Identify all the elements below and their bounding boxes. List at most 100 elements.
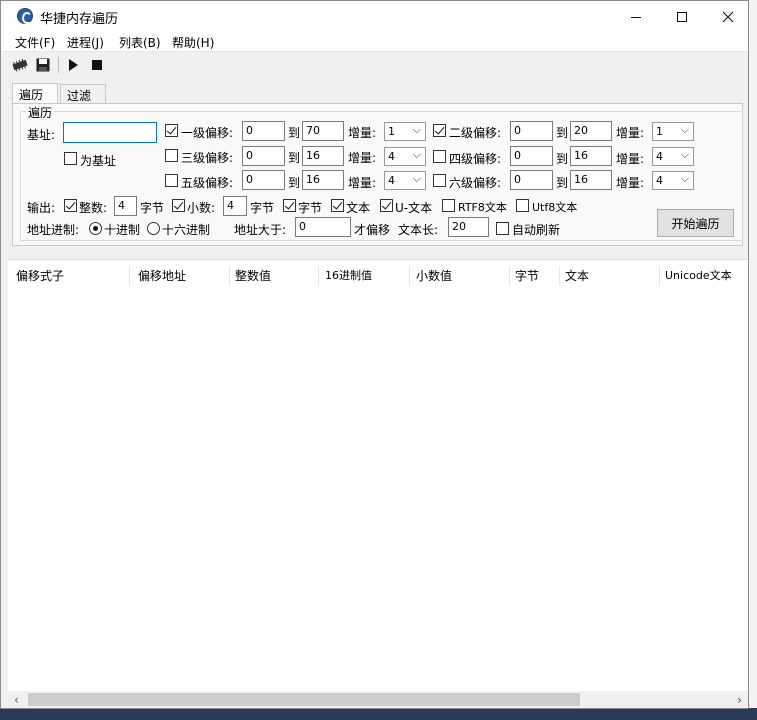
maximize-icon [677, 11, 687, 22]
offset-5-from-input[interactable]: 0 [242, 170, 285, 190]
close-icon [722, 11, 734, 22]
horizontal-scrollbar[interactable]: ‹ › [8, 691, 748, 708]
tab-traverse[interactable]: 遍历 [12, 83, 58, 104]
maximize-button[interactable] [659, 1, 705, 32]
text-length-input[interactable]: 20 [448, 217, 489, 237]
output-utf8-checkbox[interactable] [516, 199, 529, 212]
column-float-value[interactable]: 小数值 [408, 260, 509, 288]
output-float-bytes-unit: 字节 [250, 201, 275, 215]
offset-1-inc-label: 增量: [348, 126, 377, 140]
menu-process[interactable]: 进程(J) [67, 34, 104, 51]
offset-6-inc-select[interactable]: 4 ⌵ [652, 171, 694, 190]
offset-4-to-input[interactable]: 16 [570, 146, 612, 166]
play-button[interactable] [64, 56, 82, 74]
start-traverse-button[interactable]: 开始遍历 [657, 209, 734, 237]
offset-4-from-input[interactable]: 0 [510, 146, 553, 166]
menu-help[interactable]: 帮助(H) [172, 34, 214, 51]
scroll-right-icon[interactable]: › [731, 691, 748, 708]
scrollbar-thumb[interactable] [28, 693, 580, 706]
offset-3-inc-select[interactable]: 4 ⌵ [384, 147, 426, 166]
offset-2-from-input[interactable]: 0 [510, 121, 553, 141]
save-icon [36, 58, 50, 72]
output-utext-checkbox[interactable] [380, 199, 393, 212]
tab-filter[interactable]: 过滤 [60, 84, 106, 103]
results-list[interactable]: 偏移式子 偏移地址 整数值 16进制值 小数值 字节 文本 Unicode文本 [8, 259, 748, 691]
auto-refresh-checkbox[interactable] [496, 222, 509, 235]
offset-2-inc-select[interactable]: 1 ⌵ [652, 122, 694, 141]
chevron-down-icon: ⌵ [412, 172, 421, 185]
output-text-label: 文本 [346, 201, 371, 215]
list-header: 偏移式子 偏移地址 整数值 16进制值 小数值 字节 文本 Unicode文本 [8, 260, 748, 288]
output-text-checkbox[interactable] [331, 199, 344, 212]
column-byte[interactable]: 字节 [507, 260, 558, 288]
column-text[interactable]: 文本 [557, 260, 658, 288]
output-byte-checkbox[interactable] [283, 199, 296, 212]
offset-6-to-input[interactable]: 16 [570, 170, 612, 190]
background-desktop-right [748, 0, 757, 720]
offset-2-to-input[interactable]: 20 [570, 121, 612, 141]
offset-4-label: 四级偏移: [449, 152, 502, 166]
offset-2-inc-label: 增量: [616, 126, 645, 140]
chevron-down-icon: ⌵ [680, 148, 689, 161]
output-float-bytes-input[interactable]: 4 [223, 196, 247, 216]
stop-button[interactable] [88, 56, 106, 74]
output-int-bytes-input[interactable]: 4 [114, 196, 137, 216]
title-bar: 华捷内存遍历 [1, 1, 748, 32]
offset-6-inc-label: 增量: [616, 176, 645, 190]
hex-label: 十六进制 [162, 223, 211, 237]
offset-3-to-input[interactable]: 16 [302, 146, 344, 166]
minimize-button[interactable] [613, 1, 659, 32]
offset-1-inc-select[interactable]: 1 ⌵ [384, 122, 426, 141]
chevron-down-icon: ⌵ [680, 172, 689, 185]
auto-refresh-label: 自动刷新 [512, 223, 561, 237]
offset-1-to-label: 到 [288, 126, 301, 140]
offset-2-checkbox[interactable] [433, 124, 446, 137]
base-address-input[interactable] [63, 122, 157, 143]
column-offset-expr[interactable]: 偏移式子 [8, 260, 129, 288]
column-hex-value[interactable]: 16进制值 [317, 260, 410, 288]
offset-2-to-label: 到 [556, 126, 569, 140]
toolbar [1, 53, 748, 77]
offset-6-checkbox[interactable] [433, 174, 446, 187]
menu-file[interactable]: 文件(F) [15, 34, 55, 51]
chevron-down-icon: ⌵ [412, 123, 421, 136]
offset-5-to-input[interactable]: 16 [302, 170, 344, 190]
offset-1-inc-value: 1 [388, 125, 395, 138]
offset-1-from-input[interactable]: 0 [242, 121, 285, 141]
offset-6-to-label: 到 [556, 176, 569, 190]
menu-list[interactable]: 列表(B) [119, 34, 161, 51]
offset-1-checkbox[interactable] [165, 124, 178, 137]
hex-radio[interactable] [147, 222, 160, 235]
output-label: 输出: [27, 201, 56, 215]
app-icon [17, 8, 33, 24]
scroll-left-icon[interactable]: ‹ [8, 691, 25, 708]
offset-3-from-input[interactable]: 0 [242, 146, 285, 166]
offset-5-checkbox[interactable] [165, 174, 178, 187]
column-unicode-text[interactable]: Unicode文本 [657, 260, 748, 288]
output-int-checkbox[interactable] [64, 199, 77, 212]
is-base-checkbox[interactable] [64, 152, 77, 165]
column-offset-address[interactable]: 偏移地址 [130, 260, 229, 288]
output-float-checkbox[interactable] [172, 199, 185, 212]
offset-6-from-input[interactable]: 0 [510, 170, 553, 190]
save-button[interactable] [34, 56, 52, 74]
offset-4-inc-select[interactable]: 4 ⌵ [652, 147, 694, 166]
offset-1-to-input[interactable]: 70 [302, 121, 344, 141]
memory-chip-button[interactable] [11, 56, 29, 74]
offset-4-checkbox[interactable] [433, 150, 446, 163]
stop-icon [92, 60, 102, 70]
output-rtf8-checkbox[interactable] [442, 199, 455, 212]
column-int-value[interactable]: 整数值 [227, 260, 317, 288]
close-button[interactable] [705, 1, 751, 32]
offset-5-inc-select[interactable]: 4 ⌵ [384, 171, 426, 190]
decimal-label: 十进制 [104, 223, 141, 237]
minimize-icon [631, 16, 641, 18]
address-greater-input[interactable]: 0 [295, 217, 351, 237]
offset-5-inc-value: 4 [388, 174, 395, 187]
offset-2-inc-value: 1 [656, 125, 663, 138]
offset-3-checkbox[interactable] [165, 149, 178, 162]
decimal-radio[interactable] [89, 222, 102, 235]
chevron-down-icon: ⌵ [412, 148, 421, 161]
offset-5-label: 五级偏移: [181, 176, 234, 190]
output-utf8-label: Utf8文本 [532, 201, 578, 214]
